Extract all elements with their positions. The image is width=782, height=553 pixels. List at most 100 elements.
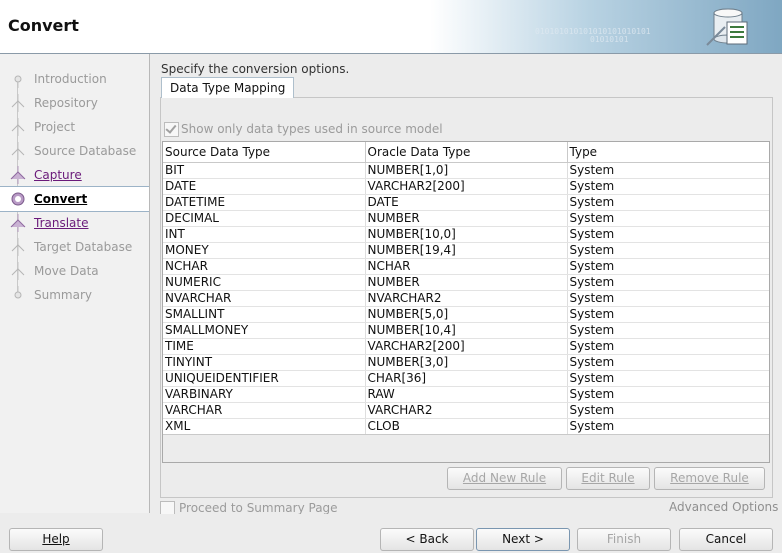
source-type-cell[interactable]: SMALLINT [163, 306, 366, 323]
source-type-cell[interactable]: TINYINT [163, 354, 366, 371]
source-type-cell[interactable]: NVARCHAR [163, 290, 366, 307]
step-label[interactable]: Capture [34, 163, 82, 187]
type-cell[interactable]: System [567, 290, 769, 307]
oracle-type-cell[interactable]: NCHAR [365, 258, 568, 275]
step-node-icon [10, 214, 26, 232]
table-row[interactable]: NUMERIC NUMBER System [163, 274, 769, 291]
type-cell[interactable]: System [567, 258, 769, 275]
source-type-cell[interactable]: DATETIME [163, 194, 366, 211]
step-convert[interactable]: Convert [0, 186, 149, 212]
step-target-database: Target Database [0, 235, 149, 259]
type-cell[interactable]: System [567, 322, 769, 339]
step-current-node-icon [11, 192, 25, 206]
source-type-cell[interactable]: DECIMAL [163, 210, 366, 227]
column-header-source[interactable]: Source Data Type [163, 142, 366, 163]
oracle-type-cell[interactable]: VARCHAR2[200] [365, 178, 568, 195]
table-row[interactable]: UNIQUEIDENTIFIER CHAR[36] System [163, 370, 769, 387]
type-cell[interactable]: System [567, 338, 769, 355]
oracle-type-cell[interactable]: NVARCHAR2 [365, 290, 568, 307]
edit-rule-button[interactable]: Edit Rule [566, 467, 650, 490]
table-row[interactable]: SMALLMONEY NUMBER[10,4] System [163, 322, 769, 339]
source-type-cell[interactable]: SMALLMONEY [163, 322, 366, 339]
table-row[interactable]: INT NUMBER[10,0] System [163, 226, 769, 243]
source-type-cell[interactable]: UNIQUEIDENTIFIER [163, 370, 366, 387]
oracle-type-cell[interactable]: RAW [365, 386, 568, 403]
type-cell[interactable]: System [567, 274, 769, 291]
table-row[interactable]: DATETIME DATE System [163, 194, 769, 211]
oracle-type-cell[interactable]: VARCHAR2[200] [365, 338, 568, 355]
table-row[interactable]: SMALLINT NUMBER[5,0] System [163, 306, 769, 323]
step-translate[interactable]: Translate [0, 211, 149, 235]
tab-data-type-mapping[interactable]: Data Type Mapping [161, 77, 295, 98]
oracle-type-cell[interactable]: NUMBER [365, 274, 568, 291]
type-cell[interactable]: System [567, 242, 769, 259]
step-label: Summary [34, 288, 92, 302]
type-cell[interactable]: System [567, 418, 769, 435]
table-row[interactable]: BIT NUMBER[1,0] System [163, 162, 769, 179]
mapping-grid: Source Data Type Oracle Data Type Type B… [163, 142, 769, 435]
column-header-oracle[interactable]: Oracle Data Type [365, 142, 568, 163]
oracle-type-cell[interactable]: NUMBER[10,4] [365, 322, 568, 339]
source-type-cell[interactable]: INT [163, 226, 366, 243]
column-header-type[interactable]: Type [567, 142, 769, 163]
type-cell[interactable]: System [567, 402, 769, 419]
step-node-icon [10, 166, 26, 184]
step-label: Convert [34, 192, 88, 206]
source-type-cell[interactable]: DATE [163, 178, 366, 195]
next-button[interactable]: Next > [476, 528, 570, 551]
advanced-options-link[interactable]: Advanced Options [669, 500, 778, 514]
table-row[interactable]: XML CLOB System [163, 418, 769, 435]
source-type-cell[interactable]: NUMERIC [163, 274, 366, 291]
add-new-rule-button[interactable]: Add New Rule [447, 467, 562, 490]
oracle-type-cell[interactable]: NUMBER[1,0] [365, 162, 568, 179]
checkbox-checked-icon[interactable] [164, 122, 179, 137]
finish-button[interactable]: Finish [577, 528, 671, 551]
source-type-cell[interactable]: VARBINARY [163, 386, 366, 403]
cancel-button[interactable]: Cancel [679, 528, 773, 551]
help-button[interactable]: Help [9, 528, 103, 551]
type-cell[interactable]: System [567, 210, 769, 227]
type-cell[interactable]: System [567, 306, 769, 323]
oracle-type-cell[interactable]: CHAR[36] [365, 370, 568, 387]
oracle-type-cell[interactable]: NUMBER [365, 210, 568, 227]
type-cell[interactable]: System [567, 162, 769, 179]
source-type-cell[interactable]: VARCHAR [163, 402, 366, 419]
type-cell[interactable]: System [567, 370, 769, 387]
data-type-mapping-table[interactable]: Source Data Type Oracle Data Type Type B… [162, 141, 770, 463]
table-row[interactable]: DECIMAL NUMBER System [163, 210, 769, 227]
oracle-type-cell[interactable]: CLOB [365, 418, 568, 435]
step-node-icon [11, 262, 25, 280]
source-type-cell[interactable]: TIME [163, 338, 366, 355]
step-label[interactable]: Translate [34, 211, 89, 235]
oracle-type-cell[interactable]: DATE [365, 194, 568, 211]
table-row[interactable]: NCHAR NCHAR System [163, 258, 769, 275]
table-row[interactable]: NVARCHAR NVARCHAR2 System [163, 290, 769, 307]
remove-rule-button[interactable]: Remove Rule [654, 467, 765, 490]
type-cell[interactable]: System [567, 354, 769, 371]
oracle-type-cell[interactable]: VARCHAR2 [365, 402, 568, 419]
source-type-cell[interactable]: NCHAR [163, 258, 366, 275]
source-type-cell[interactable]: XML [163, 418, 366, 435]
type-cell[interactable]: System [567, 386, 769, 403]
source-type-cell[interactable]: BIT [163, 162, 366, 179]
table-row[interactable]: MONEY NUMBER[19,4] System [163, 242, 769, 259]
table-row[interactable]: VARCHAR VARCHAR2 System [163, 402, 769, 419]
checkbox-label: Show only data types used in source mode… [181, 122, 443, 136]
header-binary-decoration-2: 01010101 [590, 35, 629, 44]
type-cell[interactable]: System [567, 178, 769, 195]
table-row[interactable]: DATE VARCHAR2[200] System [163, 178, 769, 195]
table-row[interactable]: TINYINT NUMBER[3,0] System [163, 354, 769, 371]
step-capture[interactable]: Capture [0, 163, 149, 187]
oracle-type-cell[interactable]: NUMBER[5,0] [365, 306, 568, 323]
table-row[interactable]: TIME VARCHAR2[200] System [163, 338, 769, 355]
step-node-icon [14, 75, 22, 88]
table-row[interactable]: VARBINARY RAW System [163, 386, 769, 403]
source-type-cell[interactable]: MONEY [163, 242, 366, 259]
oracle-type-cell[interactable]: NUMBER[19,4] [365, 242, 568, 259]
type-cell[interactable]: System [567, 226, 769, 243]
back-button[interactable]: < Back [380, 528, 474, 551]
type-cell[interactable]: System [567, 194, 769, 211]
oracle-type-cell[interactable]: NUMBER[10,0] [365, 226, 568, 243]
step-introduction: Introduction [0, 67, 149, 91]
oracle-type-cell[interactable]: NUMBER[3,0] [365, 354, 568, 371]
